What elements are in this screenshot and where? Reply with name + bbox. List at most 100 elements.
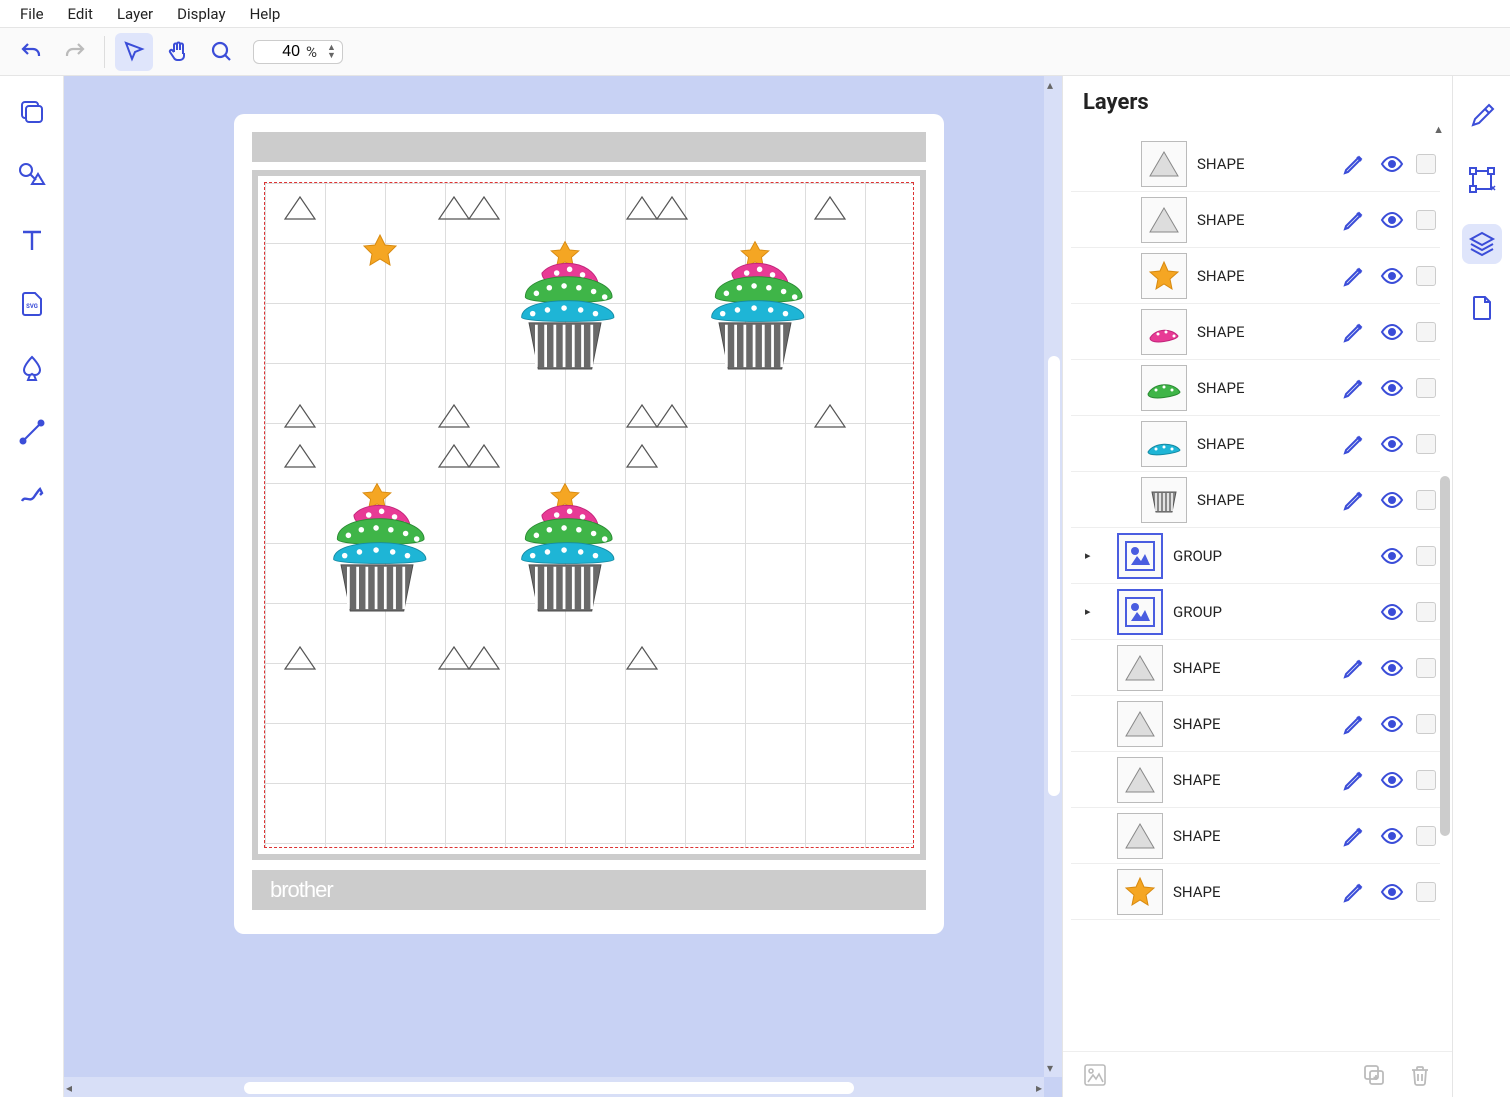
layer-row[interactable]: SHAPE [1071, 360, 1440, 416]
transform-button[interactable] [1462, 160, 1502, 200]
text-tool[interactable] [12, 220, 52, 260]
layer-row[interactable]: SHAPE [1071, 864, 1440, 920]
layer-row[interactable]: SHAPE [1071, 136, 1440, 192]
layer-visibility-toggle[interactable] [1378, 374, 1406, 402]
triangle-shape[interactable] [467, 195, 501, 221]
layer-visibility-toggle[interactable] [1378, 710, 1406, 738]
layer-row[interactable]: ▸GROUP [1071, 584, 1440, 640]
layer-edit-button[interactable] [1340, 206, 1368, 234]
page-button[interactable] [1462, 288, 1502, 328]
layer-row[interactable]: ▸GROUP [1071, 528, 1440, 584]
duplicate-layer-button[interactable] [1360, 1061, 1388, 1089]
spade-tool[interactable] [12, 348, 52, 388]
star-shape[interactable] [361, 233, 399, 271]
cupcake-shape[interactable] [317, 473, 437, 653]
zoom-input[interactable] [260, 43, 300, 61]
layer-lock-toggle[interactable] [1416, 658, 1436, 678]
triangle-shape[interactable] [467, 443, 501, 469]
layer-row[interactable]: SHAPE [1071, 248, 1440, 304]
draw-tool[interactable] [12, 476, 52, 516]
layer-visibility-toggle[interactable] [1378, 822, 1406, 850]
canvas-vertical-scrollbar[interactable]: ▴ ▾ [1044, 76, 1062, 1077]
layers-button[interactable] [1462, 224, 1502, 264]
layer-lock-toggle[interactable] [1416, 210, 1436, 230]
triangle-shape[interactable] [283, 195, 317, 221]
layer-lock-toggle[interactable] [1416, 378, 1436, 398]
layer-edit-button[interactable] [1340, 318, 1368, 346]
layer-edit-button[interactable] [1340, 374, 1368, 402]
scroll-right-icon[interactable]: ▸ [1036, 1081, 1042, 1095]
layer-lock-toggle[interactable] [1416, 770, 1436, 790]
zoom-tool[interactable] [203, 33, 241, 71]
shapes-tool[interactable] [12, 92, 52, 132]
layer-edit-button[interactable] [1340, 822, 1368, 850]
artboard[interactable]: brother [234, 114, 944, 934]
redo-button[interactable] [56, 33, 94, 71]
layer-visibility-toggle[interactable] [1378, 318, 1406, 346]
layer-visibility-toggle[interactable] [1378, 486, 1406, 514]
layer-expand-toggle[interactable]: ▸ [1085, 549, 1097, 562]
layer-row[interactable]: SHAPE [1071, 304, 1440, 360]
layer-visibility-toggle[interactable] [1378, 878, 1406, 906]
svg-tool[interactable]: SVG [12, 284, 52, 324]
layer-visibility-toggle[interactable] [1378, 654, 1406, 682]
layer-edit-button[interactable] [1340, 486, 1368, 514]
layer-edit-button[interactable] [1340, 654, 1368, 682]
paint-button[interactable] [1462, 96, 1502, 136]
triangle-shape[interactable] [437, 403, 471, 429]
scroll-left-icon[interactable]: ◂ [66, 1081, 72, 1095]
layer-lock-toggle[interactable] [1416, 434, 1436, 454]
layer-visibility-toggle[interactable] [1378, 598, 1406, 626]
layer-lock-toggle[interactable] [1416, 266, 1436, 286]
scroll-up-icon[interactable]: ▴ [1047, 78, 1053, 92]
triangle-shape[interactable] [283, 443, 317, 469]
layer-lock-toggle[interactable] [1416, 546, 1436, 566]
canvas-area[interactable]: brother ▴ ▾ ◂ ▸ [64, 76, 1062, 1097]
layers-scroll-up-indicator[interactable]: ▲ [1063, 123, 1452, 136]
triangle-shape[interactable] [655, 195, 689, 221]
layer-row[interactable]: SHAPE [1071, 696, 1440, 752]
layer-row[interactable]: SHAPE [1071, 192, 1440, 248]
layer-visibility-toggle[interactable] [1378, 150, 1406, 178]
menu-file[interactable]: File [8, 1, 56, 27]
layer-lock-toggle[interactable] [1416, 882, 1436, 902]
layer-visibility-toggle[interactable] [1378, 766, 1406, 794]
triangle-shape[interactable] [655, 403, 689, 429]
layer-edit-button[interactable] [1340, 766, 1368, 794]
layer-visibility-toggle[interactable] [1378, 206, 1406, 234]
layer-row[interactable]: SHAPE [1071, 472, 1440, 528]
layer-row[interactable]: SHAPE [1071, 752, 1440, 808]
cupcake-shape[interactable] [505, 473, 625, 653]
canvas-horizontal-scrollbar[interactable]: ◂ ▸ [64, 1077, 1044, 1097]
layer-edit-button[interactable] [1340, 710, 1368, 738]
triangle-shape[interactable] [283, 403, 317, 429]
layer-row[interactable]: SHAPE [1071, 808, 1440, 864]
triangle-shape[interactable] [813, 195, 847, 221]
cupcake-shape[interactable] [505, 231, 625, 411]
layer-edit-button[interactable] [1340, 878, 1368, 906]
line-tool[interactable] [12, 412, 52, 452]
layer-edit-button[interactable] [1340, 430, 1368, 458]
triangle-shape[interactable] [625, 645, 659, 671]
scrollbar-thumb[interactable] [1048, 356, 1060, 796]
menu-display[interactable]: Display [165, 1, 237, 27]
triangle-shape[interactable] [437, 443, 471, 469]
scroll-down-icon[interactable]: ▾ [1047, 1061, 1053, 1075]
triangle-shape[interactable] [437, 195, 471, 221]
triangle-shape[interactable] [625, 195, 659, 221]
triangle-shape[interactable] [283, 645, 317, 671]
triangle-shape[interactable] [625, 403, 659, 429]
pan-tool[interactable] [159, 33, 197, 71]
triangle-shape[interactable] [437, 645, 471, 671]
menu-edit[interactable]: Edit [56, 1, 105, 27]
layer-visibility-toggle[interactable] [1378, 262, 1406, 290]
triangle-shape[interactable] [625, 443, 659, 469]
menu-layer[interactable]: Layer [105, 1, 165, 27]
select-layer-button[interactable] [1081, 1061, 1109, 1089]
zoom-down[interactable]: ▼ [327, 52, 336, 60]
undo-button[interactable] [12, 33, 50, 71]
layer-visibility-toggle[interactable] [1378, 542, 1406, 570]
trace-tool[interactable] [12, 156, 52, 196]
layer-visibility-toggle[interactable] [1378, 430, 1406, 458]
layers-list[interactable]: SHAPESHAPESHAPESHAPESHAPESHAPESHAPE▸GROU… [1063, 136, 1452, 1051]
